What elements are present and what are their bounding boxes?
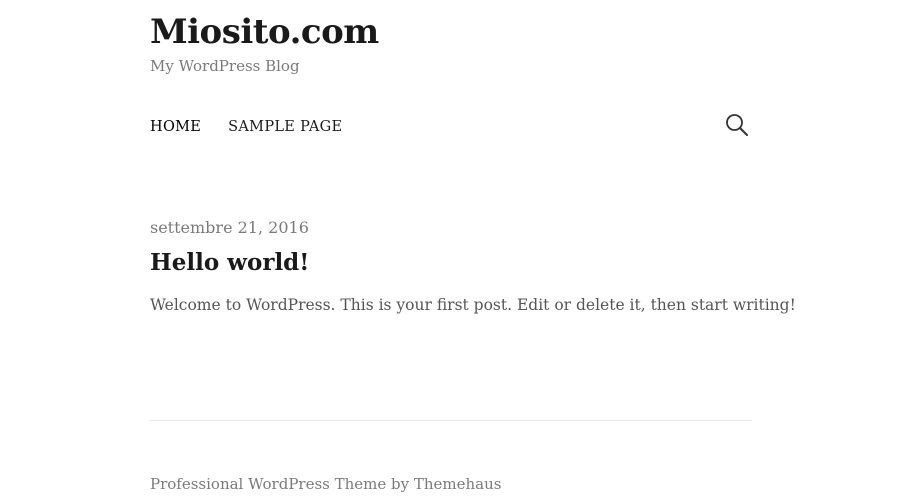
footer-divider [150, 420, 752, 421]
post-excerpt: Welcome to WordPress. This is your first… [150, 296, 796, 314]
footer-credit-link[interactable]: Professional WordPress Theme by Themehau… [150, 474, 501, 494]
nav-item-home[interactable]: HOME [150, 117, 201, 137]
post-date[interactable]: settembre 21, 2016 [150, 218, 309, 238]
post-title[interactable]: Hello world! [150, 249, 309, 277]
site-title[interactable]: Miosito.com [150, 12, 379, 52]
main-navigation: HOME SAMPLE PAGE [150, 117, 342, 137]
search-button[interactable] [724, 112, 750, 138]
nav-item-sample-page[interactable]: SAMPLE PAGE [228, 117, 342, 137]
site-tagline: My WordPress Blog [150, 57, 300, 75]
search-icon [726, 114, 748, 136]
